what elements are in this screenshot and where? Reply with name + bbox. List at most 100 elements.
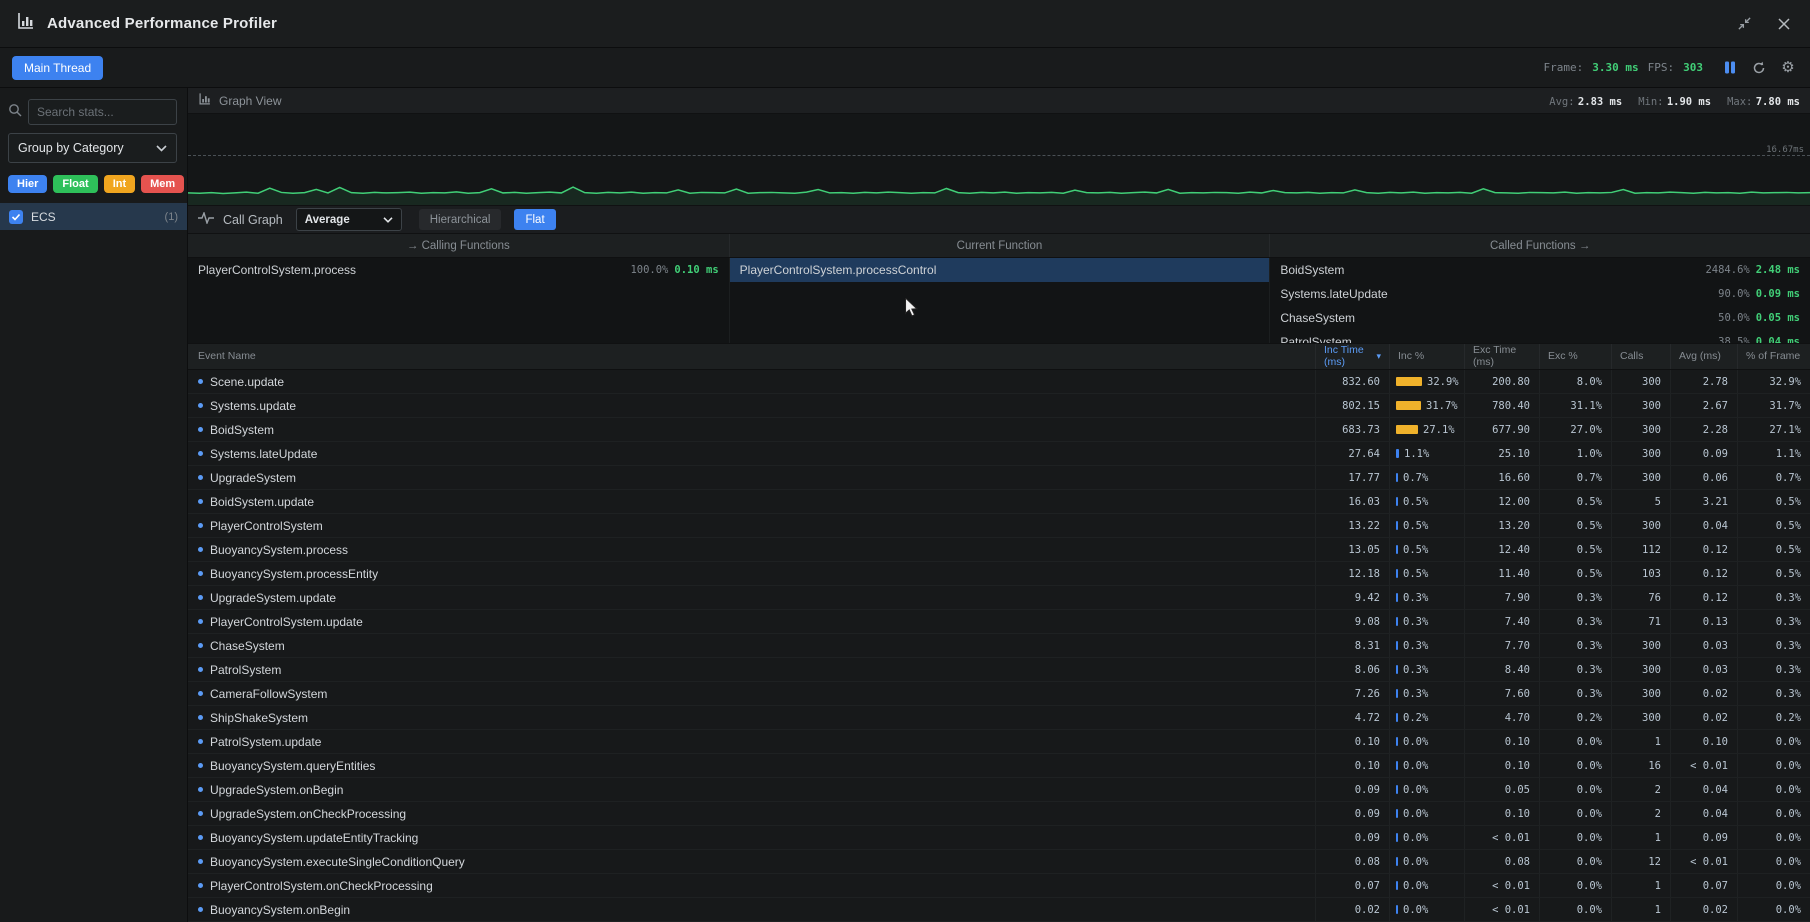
exc-time-cell: 4.70 <box>1464 706 1539 729</box>
calls-cell: 12 <box>1611 850 1670 873</box>
event-dot-icon <box>198 475 203 480</box>
event-name: BuoyancySystem.onBegin <box>210 903 350 917</box>
exc-pct-cell: 0.7% <box>1539 466 1611 489</box>
header-calls[interactable]: Calls <box>1611 344 1670 369</box>
group-by-select[interactable]: Group by Category <box>8 133 177 163</box>
header-inc-time[interactable]: Inc Time (ms)▾ <box>1315 344 1389 369</box>
table-row[interactable]: BuoyancySystem.queryEntities0.100.0%0.10… <box>188 754 1810 778</box>
search-input[interactable] <box>28 99 177 125</box>
event-dot-icon <box>198 427 203 432</box>
refresh-icon[interactable] <box>1749 58 1769 78</box>
header-frame-pct[interactable]: % of Frame <box>1737 344 1810 369</box>
frame-time-graph[interactable]: 16.67ms <box>188 114 1810 206</box>
exc-pct-cell: 0.0% <box>1539 778 1611 801</box>
call-graph-item[interactable]: ChaseSystem50.0%0.05 ms <box>1270 306 1810 330</box>
inc-pct-bar <box>1396 689 1398 698</box>
table-row[interactable]: Systems.update802.1531.7%780.4031.1%3002… <box>188 394 1810 418</box>
hierarchical-button[interactable]: Hierarchical <box>419 209 502 230</box>
table-row[interactable]: PatrolSystem.update0.100.0%0.100.0%10.10… <box>188 730 1810 754</box>
table-row[interactable]: BuoyancySystem.process13.050.5%12.400.5%… <box>188 538 1810 562</box>
table-row[interactable]: BuoyancySystem.processEntity12.180.5%11.… <box>188 562 1810 586</box>
table-row[interactable]: PlayerControlSystem.onCheckProcessing0.0… <box>188 874 1810 898</box>
header-inc-pct[interactable]: Inc % <box>1389 344 1464 369</box>
table-row[interactable]: PlayerControlSystem13.220.5%13.200.5%300… <box>188 514 1810 538</box>
app-chart-icon <box>16 11 36 36</box>
inc-pct-value: 0.3% <box>1403 616 1428 628</box>
exc-pct-cell: 0.0% <box>1539 730 1611 753</box>
table-row[interactable]: CameraFollowSystem7.260.3%7.600.3%3000.0… <box>188 682 1810 706</box>
stats-table: Event Name Inc Time (ms)▾ Inc % Exc Time… <box>188 344 1810 922</box>
call-graph-item[interactable]: PatrolSystem38.5%0.04 ms <box>1270 330 1810 343</box>
stats-table-body: Scene.update832.6032.9%200.808.0%3002.78… <box>188 370 1810 922</box>
gear-icon[interactable]: ⚙ <box>1778 58 1798 78</box>
table-row[interactable]: Systems.lateUpdate27.641.1%25.101.0%3000… <box>188 442 1810 466</box>
calls-cell: 300 <box>1611 658 1670 681</box>
inc-time-cell: 0.09 <box>1315 778 1389 801</box>
close-icon[interactable] <box>1774 14 1794 34</box>
call-graph-item[interactable]: Systems.lateUpdate90.0%0.09 ms <box>1270 282 1810 306</box>
exc-time-cell: 11.40 <box>1464 562 1539 585</box>
header-avg[interactable]: Avg (ms) <box>1670 344 1737 369</box>
inc-time-cell: 0.10 <box>1315 754 1389 777</box>
header-exc-pct[interactable]: Exc % <box>1539 344 1611 369</box>
avg-cell: 0.09 <box>1670 826 1737 849</box>
inc-pct-bar <box>1396 545 1398 554</box>
avg-cell: 0.12 <box>1670 562 1737 585</box>
header-exc-time[interactable]: Exc Time (ms) <box>1464 344 1539 369</box>
filter-badge-float[interactable]: Float <box>53 175 97 193</box>
sidebar-item-ecs[interactable]: ECS (1) <box>0 203 187 230</box>
current-function-item[interactable]: PlayerControlSystem.processControl <box>730 258 1270 282</box>
avg-cell: 0.12 <box>1670 586 1737 609</box>
exc-time-cell: 780.40 <box>1464 394 1539 417</box>
table-row[interactable]: Scene.update832.6032.9%200.808.0%3002.78… <box>188 370 1810 394</box>
event-name-cell: BuoyancySystem.queryEntities <box>188 754 1315 777</box>
event-name-cell: BuoyancySystem.executeSingleConditionQue… <box>188 850 1315 873</box>
calls-cell: 300 <box>1611 418 1670 441</box>
table-row[interactable]: UpgradeSystem.onCheckProcessing0.090.0%0… <box>188 802 1810 826</box>
event-dot-icon <box>198 379 203 384</box>
event-name: PlayerControlSystem <box>210 519 323 533</box>
inc-pct-bar <box>1396 377 1422 386</box>
frame-pct-cell: 0.3% <box>1737 682 1810 705</box>
avg-cell: 0.04 <box>1670 514 1737 537</box>
function-percent: 100.0% <box>630 264 668 276</box>
table-row[interactable]: ChaseSystem8.310.3%7.700.3%3000.030.3% <box>188 634 1810 658</box>
table-row[interactable]: UpgradeSystem.onBegin0.090.0%0.050.0%20.… <box>188 778 1810 802</box>
table-row[interactable]: PlayerControlSystem.update9.080.3%7.400.… <box>188 610 1810 634</box>
function-stats: 100.0%0.10 ms <box>630 264 718 276</box>
frame-value: 3.30 ms <box>1592 61 1638 74</box>
filter-badge-int[interactable]: Int <box>104 175 135 193</box>
table-row[interactable]: BuoyancySystem.updateEntityTracking0.090… <box>188 826 1810 850</box>
frame-pct-cell: 0.0% <box>1737 874 1810 897</box>
call-graph-mode-select[interactable]: Average <box>296 208 402 231</box>
table-row[interactable]: BuoyancySystem.onBegin0.020.0%< 0.010.0%… <box>188 898 1810 922</box>
calls-cell: 300 <box>1611 394 1670 417</box>
flat-button[interactable]: Flat <box>514 209 555 230</box>
table-row[interactable]: PatrolSystem8.060.3%8.400.3%3000.030.3% <box>188 658 1810 682</box>
filter-badge-mem[interactable]: Mem <box>141 175 184 193</box>
exc-time-cell: 200.80 <box>1464 370 1539 393</box>
table-row[interactable]: BoidSystem683.7327.1%677.9027.0%3002.282… <box>188 418 1810 442</box>
calls-cell: 1 <box>1611 730 1670 753</box>
filter-badge-hier[interactable]: Hier <box>8 175 47 193</box>
minimize-icon[interactable] <box>1734 14 1754 34</box>
table-row[interactable]: UpgradeSystem17.770.7%16.600.7%3000.060.… <box>188 466 1810 490</box>
inc-pct-cell: 0.0% <box>1389 874 1464 897</box>
main-thread-tab[interactable]: Main Thread <box>12 56 103 80</box>
table-row[interactable]: ShipShakeSystem4.720.2%4.700.2%3000.020.… <box>188 706 1810 730</box>
fps-value: 303 <box>1683 61 1703 74</box>
avg-value: 2.83 ms <box>1578 96 1622 108</box>
checkbox-checked-icon[interactable] <box>9 210 23 224</box>
table-row[interactable]: BoidSystem.update16.030.5%12.000.5%53.21… <box>188 490 1810 514</box>
table-row[interactable]: UpgradeSystem.update9.420.3%7.900.3%760.… <box>188 586 1810 610</box>
table-row[interactable]: BuoyancySystem.executeSingleConditionQue… <box>188 850 1810 874</box>
inc-pct-bar <box>1396 785 1398 794</box>
pause-icon[interactable] <box>1720 58 1740 78</box>
call-graph-item[interactable]: BoidSystem2484.6%2.48 ms <box>1270 258 1810 282</box>
inc-time-cell: 802.15 <box>1315 394 1389 417</box>
sort-desc-icon: ▾ <box>1376 351 1381 361</box>
call-graph-item[interactable]: PlayerControlSystem.process100.0%0.10 ms <box>188 258 729 282</box>
header-event-name[interactable]: Event Name <box>188 344 1315 369</box>
event-name: Systems.lateUpdate <box>210 447 317 461</box>
fps-label: FPS: <box>1648 61 1675 74</box>
